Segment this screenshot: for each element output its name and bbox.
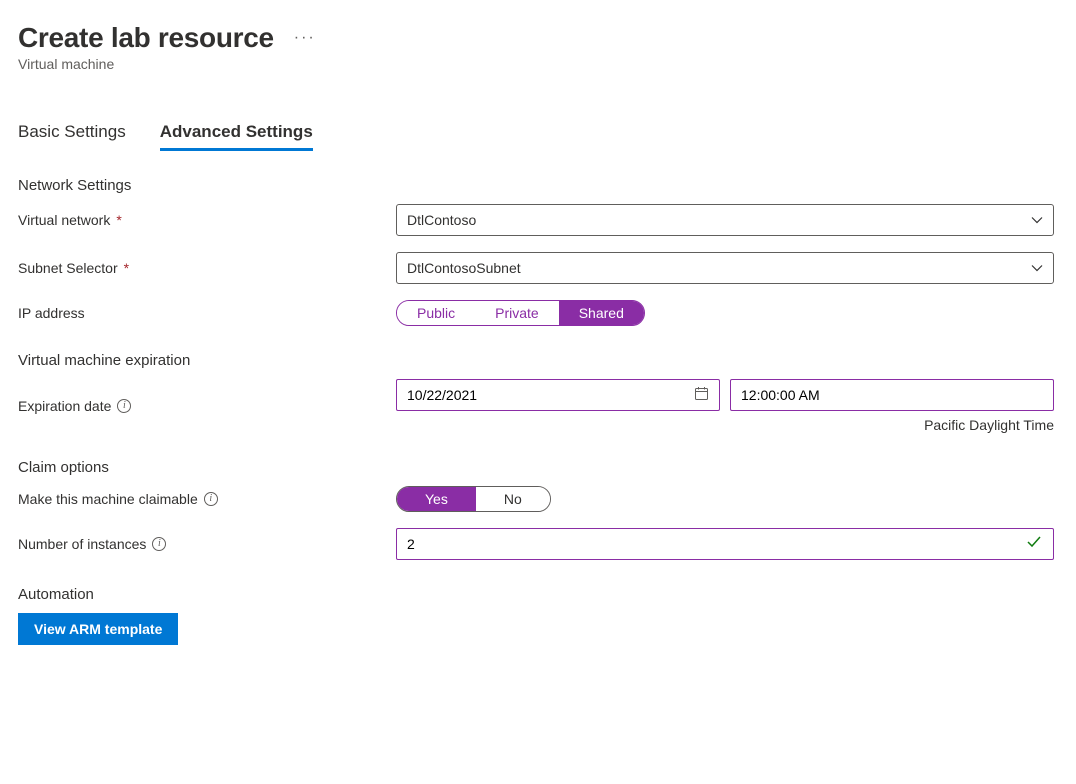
expiration-date-field[interactable] [407,387,694,403]
more-icon[interactable]: ··· [294,29,316,47]
required-indicator: * [116,212,121,228]
expiration-time-field[interactable] [741,387,1043,403]
chevron-down-icon [1031,214,1043,226]
check-icon [1025,533,1043,556]
expiration-date-input[interactable] [396,379,720,411]
required-indicator: * [124,260,129,276]
label-expiration-date-text: Expiration date [18,398,111,414]
section-automation: Automation [18,586,1058,603]
ip-option-shared[interactable]: Shared [559,301,644,325]
claimable-yes[interactable]: Yes [397,487,476,511]
ip-option-private[interactable]: Private [475,301,559,325]
info-icon[interactable]: i [152,537,166,551]
expiration-time-input[interactable] [730,379,1054,411]
virtual-network-select[interactable]: DtlContoso [396,204,1054,236]
subnet-selector-value: DtlContosoSubnet [407,260,521,276]
label-num-instances: Number of instances i [18,536,396,552]
page-subtitle: Virtual machine [18,56,1058,72]
section-network-settings: Network Settings [18,177,1058,194]
virtual-network-value: DtlContoso [407,212,476,228]
page-title: Create lab resource [18,22,274,54]
label-virtual-network-text: Virtual network [18,212,110,228]
calendar-icon[interactable] [694,386,709,405]
info-icon[interactable]: i [117,399,131,413]
num-instances-input[interactable] [396,528,1054,560]
num-instances-field[interactable] [407,536,1043,552]
claimable-toggle: Yes No [396,486,551,512]
label-expiration-date: Expiration date i [18,398,396,414]
claimable-no[interactable]: No [476,487,550,511]
tab-basic-settings[interactable]: Basic Settings [18,122,126,151]
label-virtual-network: Virtual network * [18,212,396,228]
subnet-selector-select[interactable]: DtlContosoSubnet [396,252,1054,284]
view-arm-template-button[interactable]: View ARM template [18,613,178,645]
section-claim-options: Claim options [18,459,1058,476]
ip-option-public[interactable]: Public [397,301,475,325]
label-subnet-selector: Subnet Selector * [18,260,396,276]
label-num-instances-text: Number of instances [18,536,146,552]
label-make-claimable: Make this machine claimable i [18,491,396,507]
tab-advanced-settings[interactable]: Advanced Settings [160,122,313,151]
timezone-note: Pacific Daylight Time [396,417,1054,433]
section-vm-expiration: Virtual machine expiration [18,352,1058,369]
label-make-claimable-text: Make this machine claimable [18,491,198,507]
tabs: Basic Settings Advanced Settings [18,122,1058,151]
ip-address-toggle: Public Private Shared [396,300,645,326]
label-ip-address: IP address [18,305,396,321]
label-subnet-selector-text: Subnet Selector [18,260,118,276]
chevron-down-icon [1031,262,1043,274]
info-icon[interactable]: i [204,492,218,506]
